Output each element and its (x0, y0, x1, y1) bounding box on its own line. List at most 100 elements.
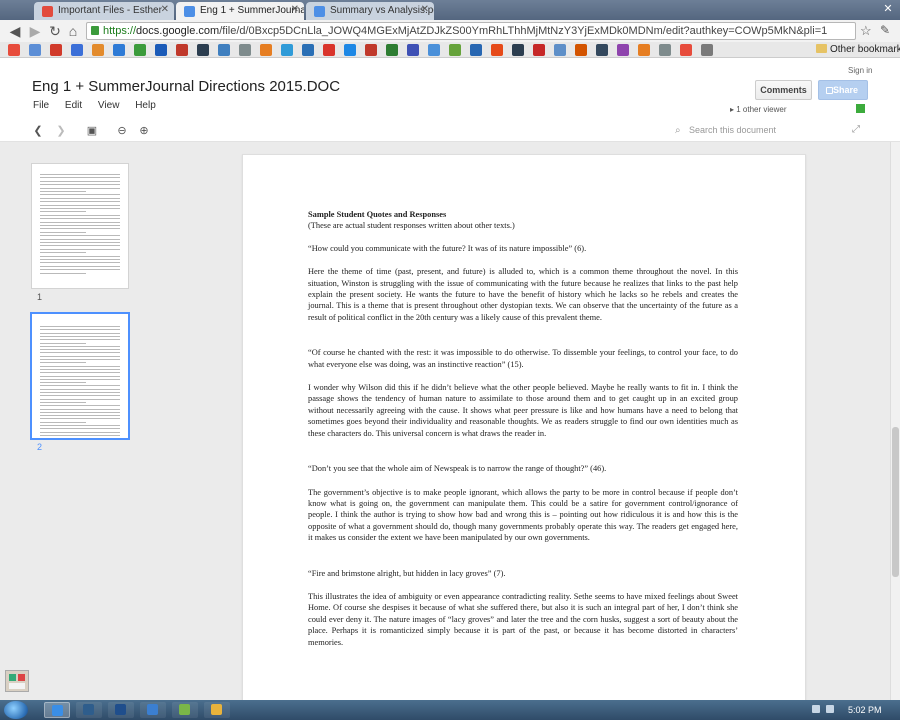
bookmark-star-icon[interactable]: ☆ (860, 23, 872, 39)
bookmark-favicon-icon[interactable] (407, 44, 419, 56)
bookmark-favicon-icon[interactable] (218, 44, 230, 56)
thumbnail-text-line (40, 411, 120, 413)
thumbnail-text-line (40, 225, 120, 226)
bookmark-favicon-icon[interactable] (491, 44, 503, 56)
bookmark-favicon-icon[interactable] (638, 44, 650, 56)
app-icon (147, 704, 158, 715)
bookmark-favicon-icon[interactable] (134, 44, 146, 56)
tray-volume-icon[interactable] (826, 705, 834, 713)
zoom-out-icon[interactable]: ⊖ (114, 123, 130, 139)
bookmark-favicon-icon[interactable] (428, 44, 440, 56)
other-bookmarks[interactable]: Other bookmarks (816, 44, 900, 55)
previous-page-icon[interactable]: ❮ (30, 123, 46, 139)
expand-icon[interactable]: ⤢ (852, 124, 860, 135)
home-icon[interactable]: ⌂ (64, 22, 82, 40)
desktop-gadget-icon[interactable] (5, 670, 29, 692)
bookmark-favicon-icon[interactable] (701, 44, 713, 56)
browser-toolbar: ◀ ▶ ↻ ⌂ https://docs.google.com/file/d/0… (0, 20, 900, 42)
bookmark-favicon-icon[interactable] (386, 44, 398, 56)
comments-button[interactable]: Comments (755, 80, 812, 100)
search-document-input[interactable]: ⌕ Search this document (673, 123, 843, 139)
vertical-scrollbar[interactable] (890, 142, 900, 700)
thumbnail-text-line (40, 415, 120, 417)
address-bar[interactable]: https://docs.google.com/file/d/0Bxcp5DCn… (86, 22, 856, 40)
menu-help[interactable]: Help (135, 100, 156, 111)
thumbnail-text-line (40, 378, 120, 380)
thumbnail-text-line (40, 339, 120, 341)
thumbnail-text-line (40, 365, 120, 367)
bookmark-favicon-icon[interactable] (281, 44, 293, 56)
thumbnail-text-line (40, 332, 120, 334)
back-icon[interactable]: ◀ (6, 22, 24, 40)
bookmark-favicon-icon[interactable] (302, 44, 314, 56)
bookmark-favicon-icon[interactable] (197, 44, 209, 56)
page-thumbnail-1[interactable] (31, 163, 129, 289)
menu-bar: File Edit View Help (33, 100, 169, 111)
taskbar-app-icon[interactable] (44, 702, 70, 718)
menu-edit[interactable]: Edit (65, 100, 82, 111)
bookmark-favicon-icon[interactable] (512, 44, 524, 56)
bookmark-favicon-icon[interactable] (554, 44, 566, 56)
taskbar-app-icon[interactable] (172, 702, 198, 718)
start-button-icon[interactable] (4, 701, 28, 719)
bookmark-favicon-icon[interactable] (596, 44, 608, 56)
tab-important-files[interactable]: Important Files - Esther ✕ (34, 2, 174, 20)
close-icon[interactable]: ✕ (161, 4, 169, 15)
bookmark-favicon-icon[interactable] (92, 44, 104, 56)
bookmark-favicon-icon[interactable] (29, 44, 41, 56)
taskbar-app-icon[interactable] (204, 702, 230, 718)
menu-file[interactable]: File (33, 100, 49, 111)
page-thumbnail-2[interactable] (30, 312, 130, 440)
bookmark-favicon-icon[interactable] (113, 44, 125, 56)
share-label: Share (832, 85, 858, 95)
tab-eng1-journal[interactable]: Eng 1 + SummerJournal D ✕ (176, 2, 304, 20)
tab-summary-analysis[interactable]: Summary vs Analysis.pdf ✕ (306, 2, 434, 20)
bookmark-favicon-icon[interactable] (680, 44, 692, 56)
bookmark-favicon-icon[interactable] (260, 44, 272, 56)
share-button[interactable]: Share (818, 80, 868, 100)
bookmark-favicon-icon[interactable] (50, 44, 62, 56)
bookmark-favicon-icon[interactable] (617, 44, 629, 56)
thumbnail-text-line (40, 201, 120, 203)
wrench-icon[interactable]: ✎ (880, 23, 890, 37)
bookmark-favicon-icon[interactable] (470, 44, 482, 56)
thumbnail-text-line (40, 269, 120, 271)
sign-in-link[interactable]: Sign in (848, 66, 872, 75)
bookmark-favicon-icon[interactable] (344, 44, 356, 56)
bookmark-favicon-icon[interactable] (365, 44, 377, 56)
taskbar-app-icon[interactable] (108, 702, 134, 718)
thumbnail-text-line (40, 385, 120, 387)
zoom-in-icon[interactable]: ⊕ (136, 123, 152, 139)
bookmark-favicon-icon[interactable] (71, 44, 83, 56)
window-close-icon[interactable]: ✕ (876, 0, 900, 18)
document-page: Sample Student Quotes and Responses (The… (242, 154, 806, 714)
viewers-indicator[interactable]: ▸ 1 other viewer (730, 105, 787, 114)
tray-network-icon[interactable] (812, 705, 820, 713)
forward-icon[interactable]: ▶ (26, 22, 44, 40)
scrollbar-thumb[interactable] (892, 427, 899, 577)
bookmark-favicon-icon[interactable] (323, 44, 335, 56)
bookmark-favicon-icon[interactable] (533, 44, 545, 56)
bookmark-favicon-icon[interactable] (176, 44, 188, 56)
next-page-icon[interactable]: ❯ (53, 123, 69, 139)
print-icon[interactable]: ▣ (84, 123, 100, 139)
thumbnail-text-line (40, 434, 120, 436)
reload-icon[interactable]: ↻ (46, 22, 64, 40)
taskbar-clock[interactable]: 5:02 PM (848, 705, 882, 715)
thumbnail-number-2: 2 (37, 442, 43, 452)
bookmark-favicon-icon[interactable] (659, 44, 671, 56)
bookmark-favicon-icon[interactable] (449, 44, 461, 56)
close-icon[interactable]: ✕ (291, 4, 299, 15)
taskbar-app-icon[interactable] (140, 702, 166, 718)
thumbnail-text-line (40, 272, 86, 274)
taskbar-app-icon[interactable] (76, 702, 102, 718)
bookmark-favicon-icon[interactable] (8, 44, 20, 56)
thumbnail-text-line (40, 259, 120, 260)
bookmark-favicon-icon[interactable] (575, 44, 587, 56)
bookmark-favicon-icon[interactable] (155, 44, 167, 56)
app-icon (179, 704, 190, 715)
menu-view[interactable]: View (98, 100, 120, 111)
close-icon[interactable]: ✕ (421, 4, 429, 15)
bookmark-favicon-icon[interactable] (239, 44, 251, 56)
gadget-part (9, 683, 25, 689)
